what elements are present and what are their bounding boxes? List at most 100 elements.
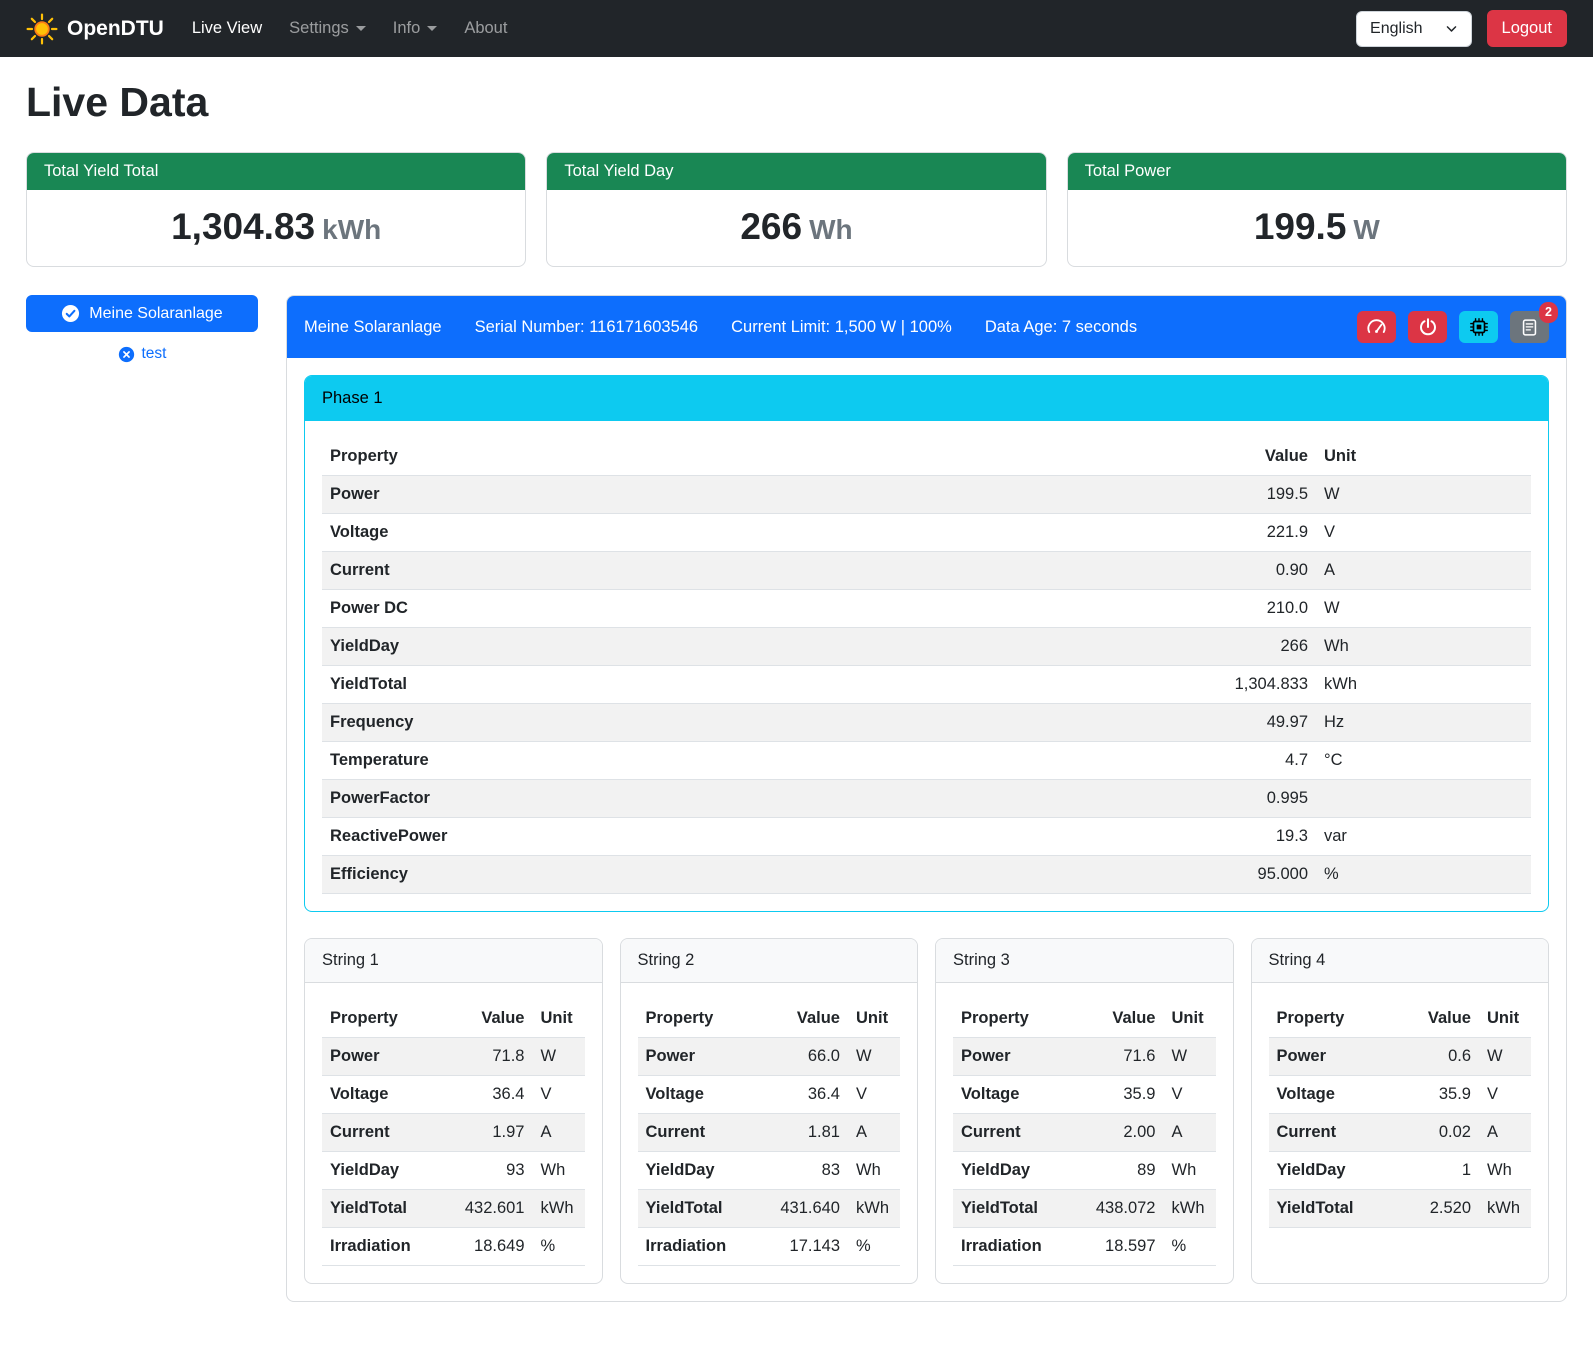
value-cell: 1.97 (453, 1114, 533, 1152)
property-cell: Voltage (953, 1076, 1084, 1114)
value-cell: 95.000 (1166, 856, 1316, 894)
string-3-card: String 3 Property Value Unit (935, 938, 1234, 1284)
value-cell: 18.649 (453, 1228, 533, 1266)
property-header: Property (638, 1000, 769, 1038)
unit-cell: W (533, 1038, 585, 1076)
event-count-badge: 2 (1539, 302, 1558, 323)
phase-title: Phase 1 (305, 376, 1548, 421)
limit-settings-button[interactable] (1357, 311, 1396, 343)
table-row: Power DC210.0W (322, 590, 1531, 628)
unit-cell: kWh (533, 1190, 585, 1228)
cpu-chip-icon (1468, 316, 1490, 338)
strings-row: String 1 Property Value Unit (304, 938, 1549, 1284)
property-cell: YieldTotal (322, 1190, 453, 1228)
unit-cell: W (848, 1038, 900, 1076)
x-circle-icon[interactable] (118, 346, 135, 363)
table-row: Current1.81A (638, 1114, 901, 1152)
value-header: Value (1084, 1000, 1164, 1038)
table-header-row: Property Value Unit (322, 1000, 585, 1038)
language-select[interactable]: English (1356, 11, 1471, 47)
logout-button[interactable]: Logout (1487, 10, 1567, 47)
nav-about[interactable]: About (464, 19, 507, 38)
sun-icon (26, 13, 58, 45)
inverter-select-button[interactable]: Meine Solaranlage (26, 295, 258, 332)
unit-cell: % (1164, 1228, 1216, 1266)
value-cell: 19.3 (1166, 818, 1316, 856)
table-row: YieldDay89Wh (953, 1152, 1216, 1190)
card-unit: W (1353, 214, 1379, 245)
test-inverter-row: test (26, 345, 258, 363)
event-log-button[interactable]: 2 (1510, 311, 1549, 343)
total-power-card: Total Power 199.5W (1067, 152, 1567, 267)
property-cell: Current (638, 1114, 769, 1152)
property-cell: Power DC (322, 590, 1166, 628)
brand-link[interactable]: OpenDTU (26, 13, 164, 45)
property-cell: Power (1269, 1038, 1400, 1076)
unit-cell: var (1316, 818, 1531, 856)
unit-cell: °C (1316, 742, 1531, 780)
string-4-card: String 4 Property Value Unit (1251, 938, 1550, 1284)
value-cell: 199.5 (1166, 476, 1316, 514)
navbar: OpenDTU Live View Settings Info About En… (0, 0, 1593, 57)
unit-header: Unit (1164, 1000, 1216, 1038)
unit-cell: Wh (1479, 1152, 1531, 1190)
string-table: Property Value Unit Power0.6WVoltage35.9… (1269, 1000, 1532, 1228)
value-header: Value (1399, 1000, 1479, 1038)
value-cell: 35.9 (1084, 1076, 1164, 1114)
device-info-button[interactable] (1459, 311, 1498, 343)
property-cell: YieldDay (322, 628, 1166, 666)
phase-card: Phase 1 Property Value Unit Power199.5WV… (304, 375, 1549, 912)
table-row: Irradiation18.597% (953, 1228, 1216, 1266)
inverter-actions: 2 (1357, 311, 1549, 343)
nav-info[interactable]: Info (393, 19, 438, 38)
unit-cell: A (1479, 1114, 1531, 1152)
property-cell: YieldDay (638, 1152, 769, 1190)
table-header-row: Property Value Unit (322, 438, 1531, 476)
property-cell: Power (953, 1038, 1084, 1076)
inverter-data-age: Data Age: 7 seconds (985, 318, 1137, 337)
value-cell: 17.143 (768, 1228, 848, 1266)
unit-cell: kWh (1316, 666, 1531, 704)
value-cell: 1 (1399, 1152, 1479, 1190)
unit-cell: A (848, 1114, 900, 1152)
property-cell: YieldDay (953, 1152, 1084, 1190)
table-row: Frequency49.97Hz (322, 704, 1531, 742)
unit-cell: A (1316, 552, 1531, 590)
nav-settings[interactable]: Settings (289, 19, 366, 38)
card-title: Total Yield Day (547, 153, 1045, 190)
unit-cell: % (848, 1228, 900, 1266)
power-toggle-button[interactable] (1408, 311, 1447, 343)
inverter-serial: Serial Number: 116171603546 (475, 318, 699, 337)
nav-live-view[interactable]: Live View (192, 19, 262, 38)
table-row: Power0.6W (1269, 1038, 1532, 1076)
table-row: Power199.5W (322, 476, 1531, 514)
test-inverter-link[interactable]: test (142, 345, 167, 363)
value-cell: 0.6 (1399, 1038, 1479, 1076)
value-cell: 210.0 (1166, 590, 1316, 628)
unit-cell: W (1316, 590, 1531, 628)
unit-cell: Wh (848, 1152, 900, 1190)
value-cell: 431.640 (768, 1190, 848, 1228)
property-cell: YieldTotal (953, 1190, 1084, 1228)
table-row: PowerFactor0.995 (322, 780, 1531, 818)
string-2-card: String 2 Property Value Unit (620, 938, 919, 1284)
value-cell: 71.6 (1084, 1038, 1164, 1076)
string-1-card: String 1 Property Value Unit (304, 938, 603, 1284)
property-cell: Temperature (322, 742, 1166, 780)
property-cell: Irradiation (638, 1228, 769, 1266)
table-row: Current1.97A (322, 1114, 585, 1152)
inverter-panel-header: Meine Solaranlage Serial Number: 1161716… (287, 296, 1566, 358)
value-header: Value (1166, 438, 1316, 476)
unit-cell: V (1164, 1076, 1216, 1114)
unit-header: Unit (848, 1000, 900, 1038)
property-cell: Voltage (1269, 1076, 1400, 1114)
table-header-row: Property Value Unit (638, 1000, 901, 1038)
table-row: YieldTotal431.640kWh (638, 1190, 901, 1228)
unit-cell: V (533, 1076, 585, 1114)
table-row: YieldDay93Wh (322, 1152, 585, 1190)
table-row: Power66.0W (638, 1038, 901, 1076)
value-cell: 35.9 (1399, 1076, 1479, 1114)
property-cell: Irradiation (322, 1228, 453, 1266)
value-cell: 93 (453, 1152, 533, 1190)
property-cell: YieldTotal (638, 1190, 769, 1228)
